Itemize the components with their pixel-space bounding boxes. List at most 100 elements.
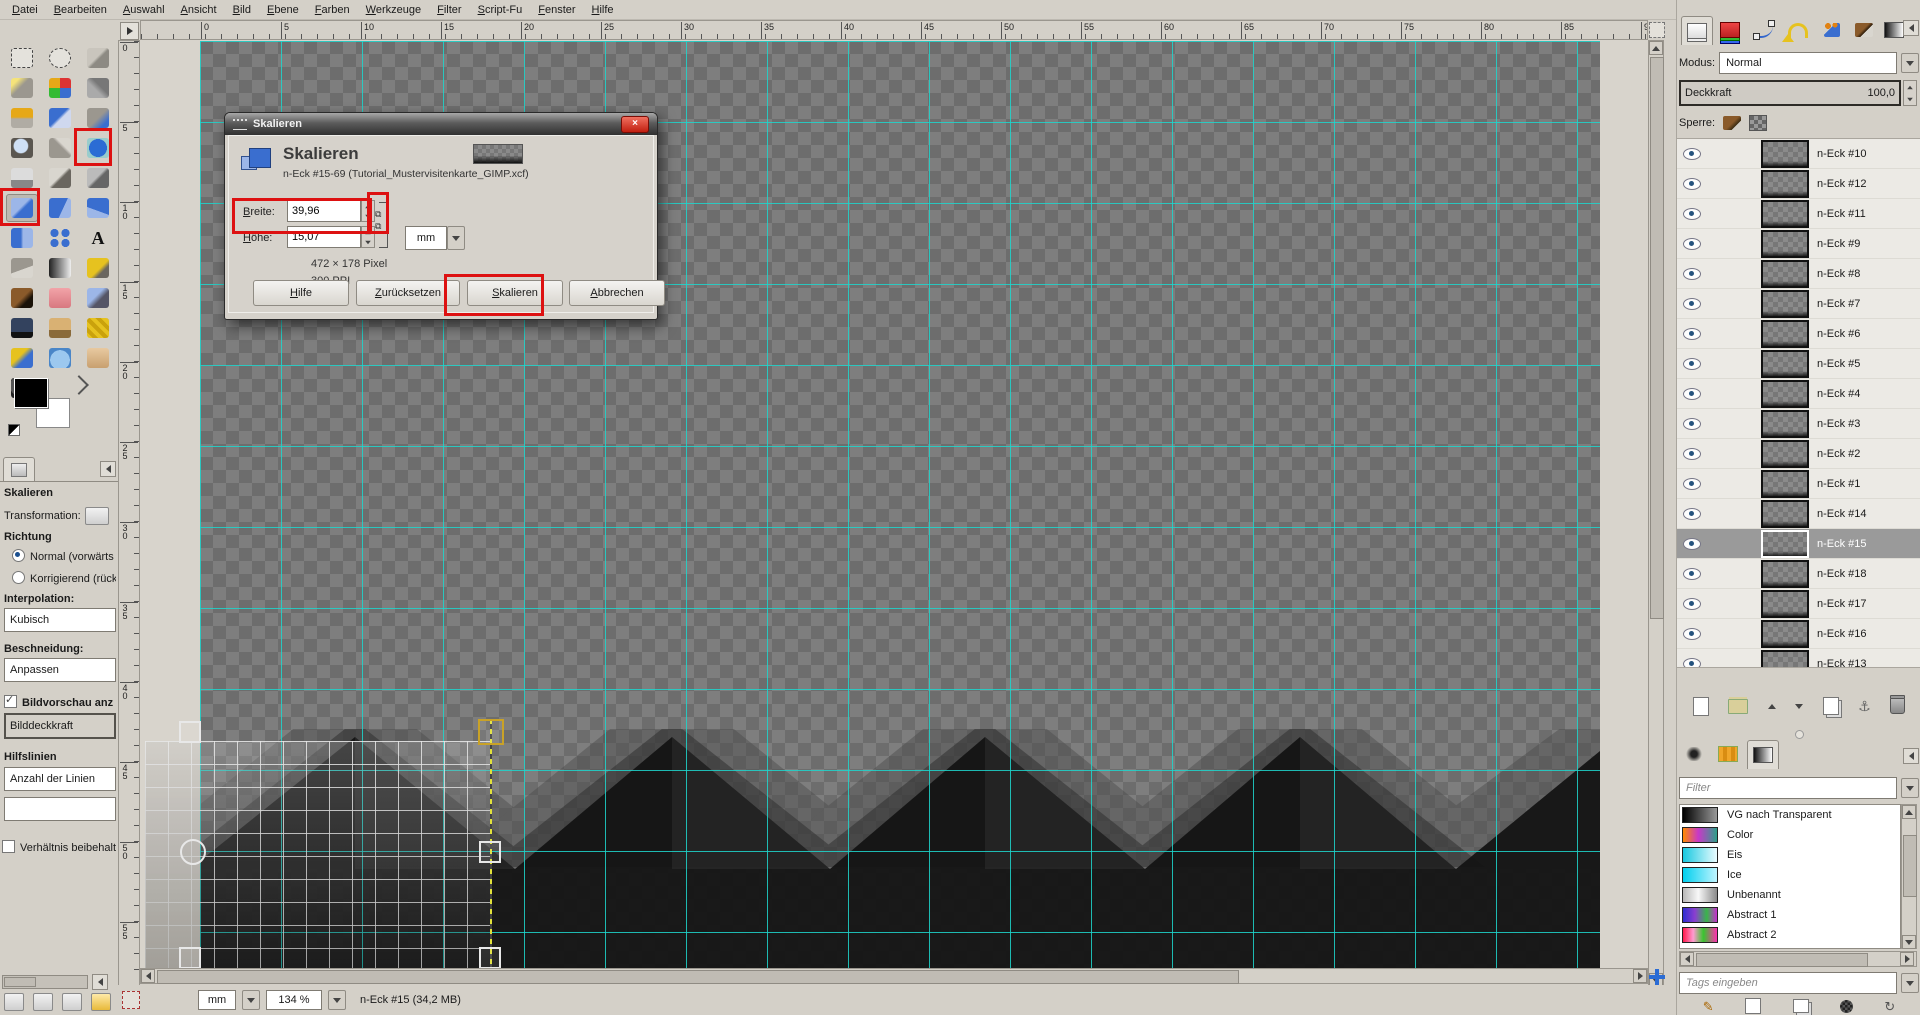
transform-pivot-circle[interactable] [180,839,206,865]
refresh-gradients-icon[interactable]: ↻ [1884,1000,1895,1013]
scroll-left-button[interactable] [141,969,155,983]
tool-ellipse-select[interactable] [44,44,76,72]
tab-patterns[interactable] [1713,740,1743,768]
radio-normal[interactable] [12,549,25,562]
options-collapse-button[interactable] [92,974,108,990]
visibility-eye-icon[interactable] [1683,358,1701,370]
tool-scissors-select[interactable] [82,74,114,102]
visibility-eye-icon[interactable] [1683,388,1701,400]
layer-row[interactable]: n-Eck #12 [1677,169,1920,199]
layer-thumbnail[interactable] [1761,230,1809,258]
visibility-eye-icon[interactable] [1683,238,1701,250]
tab-layers[interactable] [1681,16,1713,45]
interpolation-select[interactable]: Kubisch [4,608,116,632]
filter-dropdown-button[interactable] [1901,778,1919,798]
menu-item[interactable]: Auswahl [115,2,173,18]
visibility-eye-icon[interactable] [1683,508,1701,520]
layer-row[interactable]: n-Eck #3 [1677,409,1920,439]
visibility-eye-icon[interactable] [1683,418,1701,430]
tab-brushes-lower[interactable] [1679,740,1709,768]
restore-options-icon[interactable] [33,993,53,1011]
pan-view-button[interactable] [1649,969,1665,985]
verhaeltnis-checkbox-row[interactable]: Verhältnis beibehalt [2,840,116,854]
tool-flip[interactable] [6,224,38,252]
gradient-row[interactable]: Abstract 2 [1680,925,1900,945]
layer-thumbnail[interactable] [1761,170,1809,198]
default-colors-icon[interactable] [8,424,20,436]
layer-thumbnail[interactable] [1761,500,1809,528]
radio-normal-row[interactable]: Normal (vorwärts [12,549,116,563]
scrollbar-thumb[interactable] [157,970,1239,984]
preview-checkbox-row[interactable]: Bildvorschau anz [4,695,116,709]
tool-cage-transform[interactable] [44,224,76,252]
delete-layer-icon[interactable] [1890,698,1905,714]
gradient-list[interactable]: VG nach Transparent Color Eis Ice Unbena… [1679,804,1901,949]
layer-thumbnail[interactable] [1761,590,1809,618]
menu-item[interactable]: Datei [4,2,46,18]
gradient-vertical-scrollbar[interactable] [1901,804,1917,949]
scroll-down-button[interactable] [1902,935,1916,949]
tool-bucket-fill[interactable] [6,254,38,282]
visibility-eye-icon[interactable] [1683,328,1701,340]
unit-dropdown-button[interactable] [242,990,260,1010]
visibility-eye-icon[interactable] [1683,448,1701,460]
lock-alpha-icon[interactable] [1749,115,1767,131]
layer-row[interactable]: n-Eck #9 [1677,229,1920,259]
anzahl-linien-select[interactable]: Anzahl der Linien [4,767,116,791]
tool-perspective[interactable] [82,194,114,222]
transform-handle-topright[interactable] [478,719,504,745]
scrollbar-thumb[interactable] [4,977,36,987]
tab-paths[interactable] [1749,16,1779,44]
tool-gradient[interactable] [44,254,76,282]
edit-gradient-icon[interactable]: ✎ [1703,1000,1714,1013]
visibility-eye-icon[interactable] [1683,478,1701,490]
layer-row[interactable]: n-Eck #8 [1677,259,1920,289]
layer-row[interactable]: n-Eck #6 [1677,319,1920,349]
tool-options-tab[interactable] [3,457,35,482]
modus-select[interactable]: Normal [1719,52,1897,74]
menu-item[interactable]: Filter [429,2,469,18]
anchor-layer-icon[interactable]: ⚓ [1858,699,1871,713]
layer-thumbnail[interactable] [1761,410,1809,438]
tool-rect-select[interactable] [6,44,38,72]
lock-pixels-icon[interactable] [1723,116,1741,130]
dock-collapse-button[interactable] [100,461,116,477]
zoom-dropdown-button[interactable] [328,990,346,1010]
tool-fuzzy-select[interactable] [6,74,38,102]
new-layer-icon[interactable] [1693,697,1709,716]
horizontal-ruler[interactable]: 051015202530354045505560657075808590 [140,20,1648,40]
layer-thumbnail[interactable] [1761,560,1809,588]
layer-row[interactable]: n-Eck #14 [1677,499,1920,529]
menu-item[interactable]: Bild [225,2,259,18]
ruler-origin-button[interactable] [120,22,139,40]
quickmask-toggle[interactable] [122,991,140,1009]
layer-row[interactable]: n-Eck #5 [1677,349,1920,379]
layer-row[interactable]: n-Eck #1 [1677,469,1920,499]
dock-resize-grip[interactable] [1677,730,1920,738]
menu-item[interactable]: Bearbeiten [46,2,115,18]
new-group-icon[interactable] [1728,699,1748,714]
tool-free-select[interactable] [82,44,114,72]
layer-thumbnail[interactable] [1761,440,1809,468]
scroll-up-button[interactable] [1902,805,1916,819]
dock-collapse-button[interactable] [1903,20,1919,36]
save-options-icon[interactable] [4,993,24,1011]
layer-thumbnail[interactable] [1761,140,1809,168]
scroll-right-button[interactable] [1900,952,1914,966]
deckkraft-slider[interactable]: Deckkraft 100,0 [1679,80,1901,106]
tags-input[interactable] [1679,972,1897,994]
visibility-eye-icon[interactable] [1683,538,1701,550]
tab-channels[interactable] [1715,16,1745,44]
menu-item[interactable]: Ebene [259,2,307,18]
dialog-titlebar[interactable]: Skalieren × [225,113,657,135]
scrollbar-thumb[interactable] [1903,835,1917,897]
layer-thumbnail[interactable] [1761,260,1809,288]
foreground-color-swatch[interactable] [14,378,48,408]
tool-crop[interactable] [82,164,114,192]
dock-collapse-button[interactable] [1903,748,1919,764]
tool-clone[interactable] [44,314,76,342]
tool-pencil[interactable] [82,254,114,282]
tool-text[interactable]: A [82,224,114,252]
delete-options-icon[interactable] [62,993,82,1011]
menu-item[interactable]: Script-Fu [470,2,531,18]
